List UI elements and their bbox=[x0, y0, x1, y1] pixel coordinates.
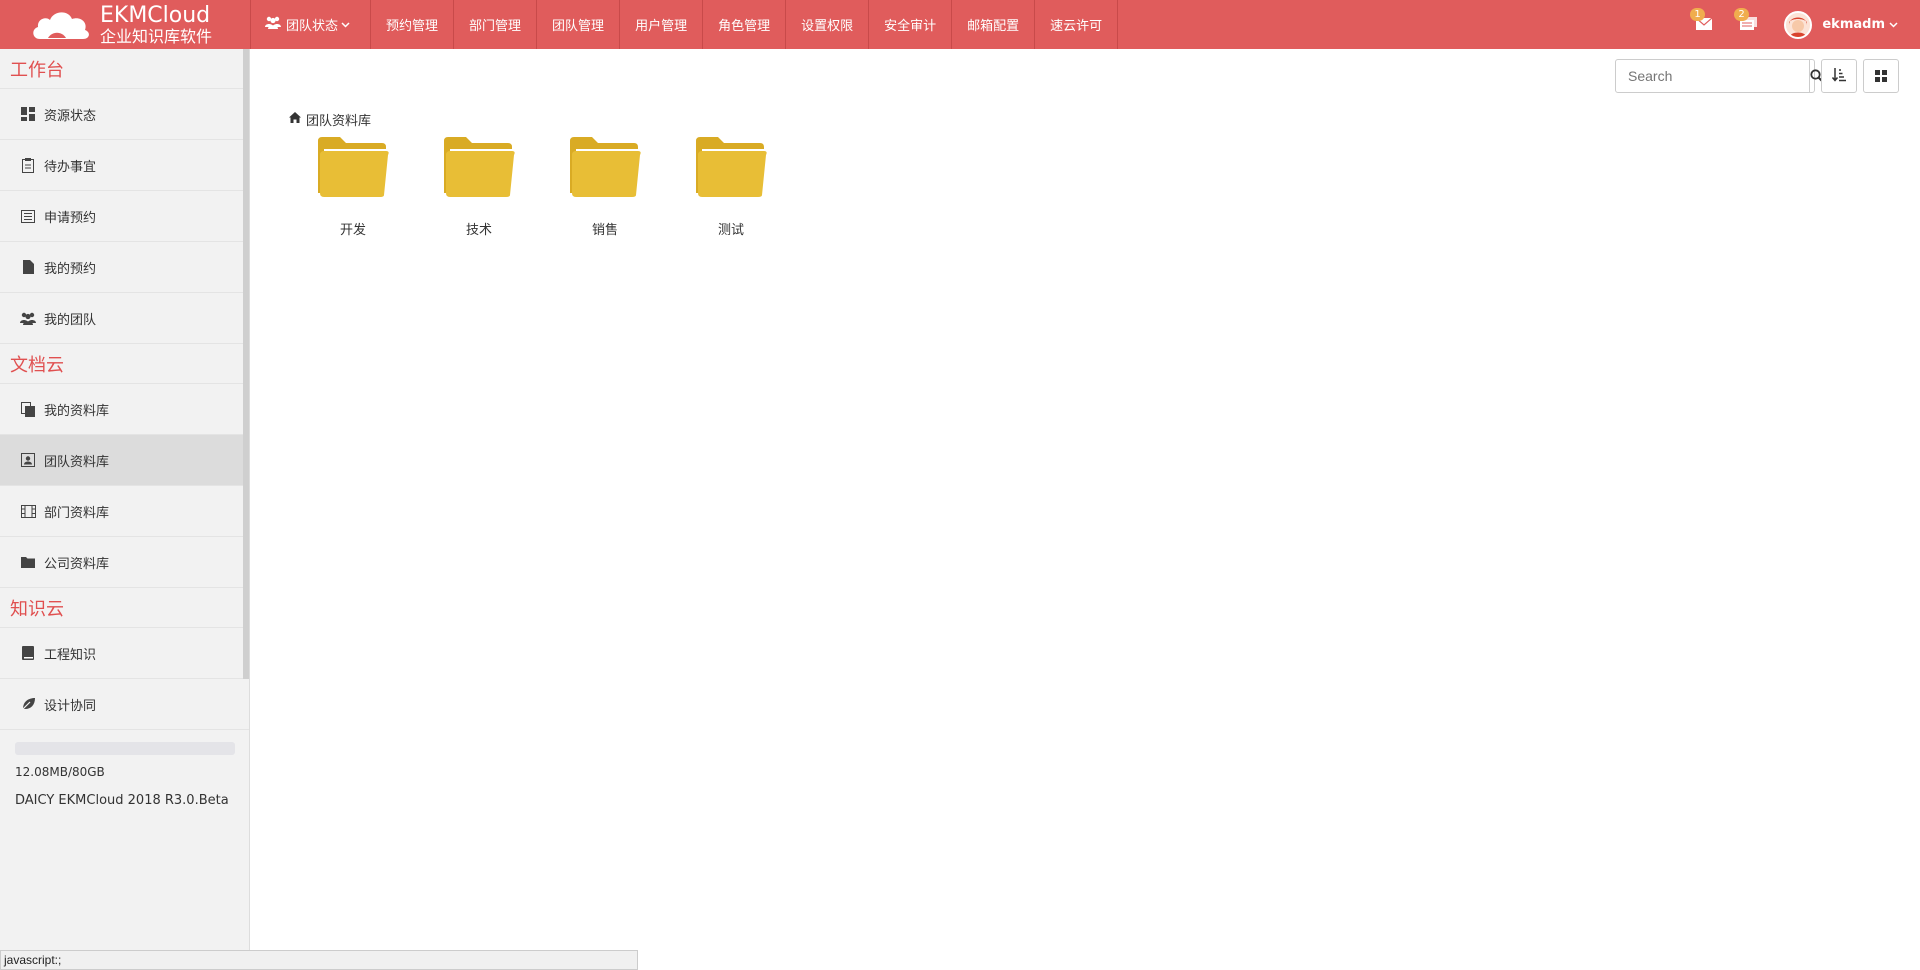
logo-title: EKMCloud bbox=[100, 2, 211, 28]
sidebar-item-label: 我的团队 bbox=[44, 312, 97, 328]
home-icon[interactable] bbox=[289, 112, 301, 127]
folder-name: 测试 bbox=[717, 223, 744, 238]
nav-label: 团队状态 bbox=[286, 19, 339, 34]
sidebar-item-request-booking[interactable]: 申请预约 bbox=[0, 191, 249, 242]
grid-icon bbox=[1875, 67, 1887, 86]
sidebar-item-resource-status[interactable]: 资源状态 bbox=[0, 89, 249, 140]
users-icon bbox=[20, 312, 36, 325]
avatar bbox=[1784, 10, 1813, 39]
sort-button[interactable] bbox=[1821, 59, 1857, 93]
folder-icon bbox=[570, 137, 641, 197]
username: ekmadm bbox=[1822, 17, 1885, 32]
sidebar-item-dept-library[interactable]: 部门资料库 bbox=[0, 486, 249, 537]
clipboard-icon bbox=[20, 157, 36, 173]
section-knowledge-cloud: 知识云 bbox=[0, 588, 249, 628]
folder-item[interactable]: 测试 bbox=[668, 135, 794, 238]
breadcrumb-current[interactable]: 团队资料库 bbox=[306, 110, 371, 129]
browser-status-bar: javascript:; bbox=[0, 950, 638, 970]
mail-button[interactable]: 1 bbox=[1682, 0, 1726, 49]
sidebar-item-label: 申请预约 bbox=[44, 210, 97, 226]
sidebar-item-label: 设计协同 bbox=[44, 698, 97, 714]
sort-icon bbox=[1831, 67, 1846, 86]
nav-permissions[interactable]: 设置权限 bbox=[786, 0, 870, 49]
sidebar-item-label: 待办事宜 bbox=[44, 159, 97, 175]
sidebar-item-label: 部门资料库 bbox=[44, 505, 110, 521]
section-workbench: 工作台 bbox=[0, 49, 249, 89]
storage-usage-text: 12.08MB/80GB bbox=[15, 765, 105, 779]
sidebar-item-label: 团队资料库 bbox=[44, 454, 110, 470]
leaf-icon bbox=[20, 697, 36, 711]
film-icon bbox=[20, 504, 36, 518]
chevron-down-icon bbox=[341, 17, 350, 32]
folder-icon bbox=[318, 137, 389, 197]
main-nav: 团队状态 预约管理 部门管理 团队管理 用户管理 角色管理 设置权限 安全审计 … bbox=[250, 0, 1119, 49]
user-menu[interactable]: ekmadm bbox=[1784, 10, 1898, 39]
contact-icon bbox=[20, 453, 36, 467]
folder-item[interactable]: 开发 bbox=[290, 135, 416, 238]
sidebar: 工作台 资源状态 待办事宜 申请预约 我的预约 我的团队 文档云 我的资料库 团… bbox=[0, 49, 250, 970]
nav-license[interactable]: 速云许可 bbox=[1035, 0, 1119, 49]
folder-name: 开发 bbox=[339, 223, 366, 238]
sidebar-item-engineering-knowledge[interactable]: 工程知识 bbox=[0, 628, 249, 679]
dashboard-icon bbox=[20, 107, 36, 121]
list-icon bbox=[20, 209, 36, 223]
file-icon bbox=[20, 260, 36, 274]
sidebar-item-my-team[interactable]: 我的团队 bbox=[0, 293, 249, 344]
mail-badge: 1 bbox=[1690, 8, 1705, 21]
tasks-button[interactable]: 2 bbox=[1726, 0, 1770, 49]
folder-item[interactable]: 销售 bbox=[542, 135, 668, 238]
search-box bbox=[1615, 59, 1823, 93]
search-input[interactable] bbox=[1616, 60, 1809, 92]
tasks-badge: 2 bbox=[1734, 8, 1749, 21]
sidebar-item-label: 我的资料库 bbox=[44, 403, 110, 419]
sidebar-item-my-booking[interactable]: 我的预约 bbox=[0, 242, 249, 293]
nav-user-mgmt[interactable]: 用户管理 bbox=[620, 0, 704, 49]
sidebar-item-label: 工程知识 bbox=[44, 647, 97, 663]
sidebar-scrollbar[interactable] bbox=[243, 49, 249, 679]
nav-team-mgmt[interactable]: 团队管理 bbox=[537, 0, 621, 49]
sidebar-item-team-library[interactable]: 团队资料库 bbox=[0, 435, 249, 486]
top-navbar: EKMCloud 企业知识库软件 团队状态 预约管理 部门管理 团队管理 用户管… bbox=[0, 0, 1920, 49]
sidebar-item-label: 我的预约 bbox=[44, 261, 97, 277]
section-doc-cloud: 文档云 bbox=[0, 344, 249, 384]
storage-progress-bar bbox=[15, 742, 235, 755]
sidebar-item-todo[interactable]: 待办事宜 bbox=[0, 140, 249, 191]
sidebar-item-design-collab[interactable]: 设计协同 bbox=[0, 679, 249, 730]
files-icon bbox=[20, 401, 36, 417]
sidebar-item-label: 资源状态 bbox=[44, 108, 97, 124]
logo[interactable]: EKMCloud 企业知识库软件 bbox=[0, 0, 250, 49]
folder-icon bbox=[20, 556, 36, 568]
folder-icon bbox=[696, 137, 767, 197]
logo-subtitle: 企业知识库软件 bbox=[100, 26, 213, 46]
sidebar-item-label: 公司资料库 bbox=[44, 556, 110, 572]
breadcrumb: 团队资料库 bbox=[289, 110, 371, 129]
sidebar-item-my-library[interactable]: 我的资料库 bbox=[0, 384, 249, 435]
chevron-down-icon bbox=[1889, 17, 1898, 32]
folder-name: 销售 bbox=[591, 223, 618, 238]
users-icon bbox=[265, 16, 281, 33]
sidebar-item-company-library[interactable]: 公司资料库 bbox=[0, 537, 249, 588]
nav-booking-mgmt[interactable]: 预约管理 bbox=[371, 0, 455, 49]
grid-view-button[interactable] bbox=[1863, 59, 1899, 93]
nav-security-audit[interactable]: 安全审计 bbox=[869, 0, 953, 49]
nav-dept-mgmt[interactable]: 部门管理 bbox=[454, 0, 538, 49]
nav-mail-config[interactable]: 邮箱配置 bbox=[952, 0, 1036, 49]
storage-panel: 12.08MB/80GB DAICY EKMCloud 2018 R3.0.Be… bbox=[0, 730, 249, 808]
folder-name: 技术 bbox=[465, 223, 492, 238]
nav-role-mgmt[interactable]: 角色管理 bbox=[703, 0, 787, 49]
cloud-logo-icon bbox=[30, 5, 92, 45]
version-text: DAICY EKMCloud 2018 R3.0.Beta bbox=[15, 793, 229, 808]
nav-team-status[interactable]: 团队状态 bbox=[250, 0, 372, 49]
folder-grid: 开发 技术 销售 测试 bbox=[290, 135, 794, 238]
book-icon bbox=[20, 646, 36, 660]
folder-item[interactable]: 技术 bbox=[416, 135, 542, 238]
folder-icon bbox=[444, 137, 515, 197]
